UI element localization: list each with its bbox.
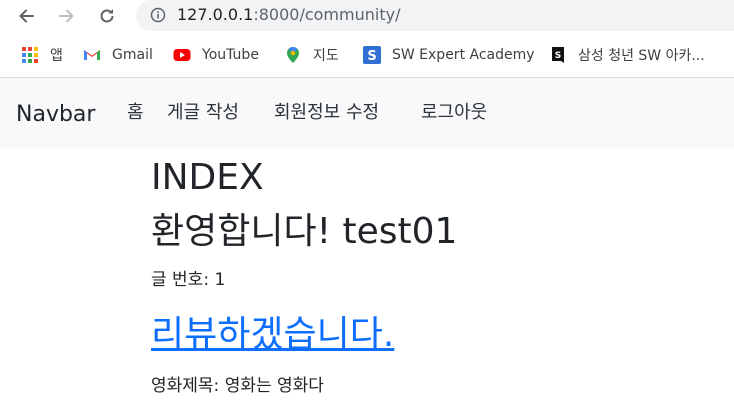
back-arrow-icon[interactable] <box>14 4 38 28</box>
url-text[interactable]: 127.0.0.1:8000/community/ <box>177 5 400 25</box>
page-title: INDEX <box>151 157 264 198</box>
post-title-link[interactable]: 리뷰하겠습니다. <box>151 313 394 357</box>
post-number: 글 번호: 1 <box>151 270 226 290</box>
bookmark-ssafy[interactable]: S 삼성 청년 SW 아카... <box>549 44 705 66</box>
movie-title: 영화제목: 영화는 영화다 <box>151 376 324 396</box>
url-host: 127.0.0.1 <box>177 5 254 24</box>
welcome-heading: 환영합니다! test01 <box>151 211 458 252</box>
info-icon[interactable] <box>150 7 166 23</box>
bookmark-label: Gmail <box>112 47 153 63</box>
nav-link-logout[interactable]: 로그아웃 <box>421 101 487 125</box>
bookmarks-bar: 앱 Gmail YouTube 지도 S SW Expert Academy S… <box>0 33 734 78</box>
bookmark-swea[interactable]: S SW Expert Academy <box>363 44 535 66</box>
forward-arrow-icon[interactable] <box>55 4 79 28</box>
bookmark-apps[interactable]: 앱 <box>21 44 63 66</box>
nav-link-write-post[interactable]: 게글 작성 <box>167 101 239 125</box>
bookmark-label: SW Expert Academy <box>392 47 535 63</box>
bookmark-label: 앱 <box>50 48 63 64</box>
swea-icon: S <box>363 46 381 64</box>
nav-link-home[interactable]: 홈 <box>127 101 144 125</box>
bookmark-label: YouTube <box>202 47 259 63</box>
apps-grid-icon <box>22 47 38 63</box>
bookmark-gmail[interactable]: Gmail <box>83 44 153 66</box>
navbar: Navbar 홈 게글 작성 회원정보 수정 로그아웃 <box>0 78 734 148</box>
url-path: :8000/community/ <box>253 5 401 24</box>
maps-pin-icon <box>287 46 299 63</box>
svg-text:S: S <box>367 49 376 64</box>
bookmark-label: 지도 <box>313 48 339 64</box>
address-bar[interactable]: 127.0.0.1:8000/community/ <box>136 0 734 31</box>
nav-link-edit-profile[interactable]: 회원정보 수정 <box>274 101 379 125</box>
svg-text:S: S <box>555 51 561 61</box>
bookmark-label: 삼성 청년 SW 아카... <box>578 48 705 64</box>
ssafy-icon: S <box>552 47 564 63</box>
navbar-brand[interactable]: Navbar <box>16 101 95 129</box>
bookmark-youtube[interactable]: YouTube <box>173 44 259 66</box>
gmail-icon <box>84 50 100 60</box>
browser-toolbar: 127.0.0.1:8000/community/ <box>0 0 734 33</box>
bookmark-maps[interactable]: 지도 <box>284 44 339 66</box>
youtube-icon <box>173 49 191 61</box>
reload-icon[interactable] <box>95 4 119 28</box>
